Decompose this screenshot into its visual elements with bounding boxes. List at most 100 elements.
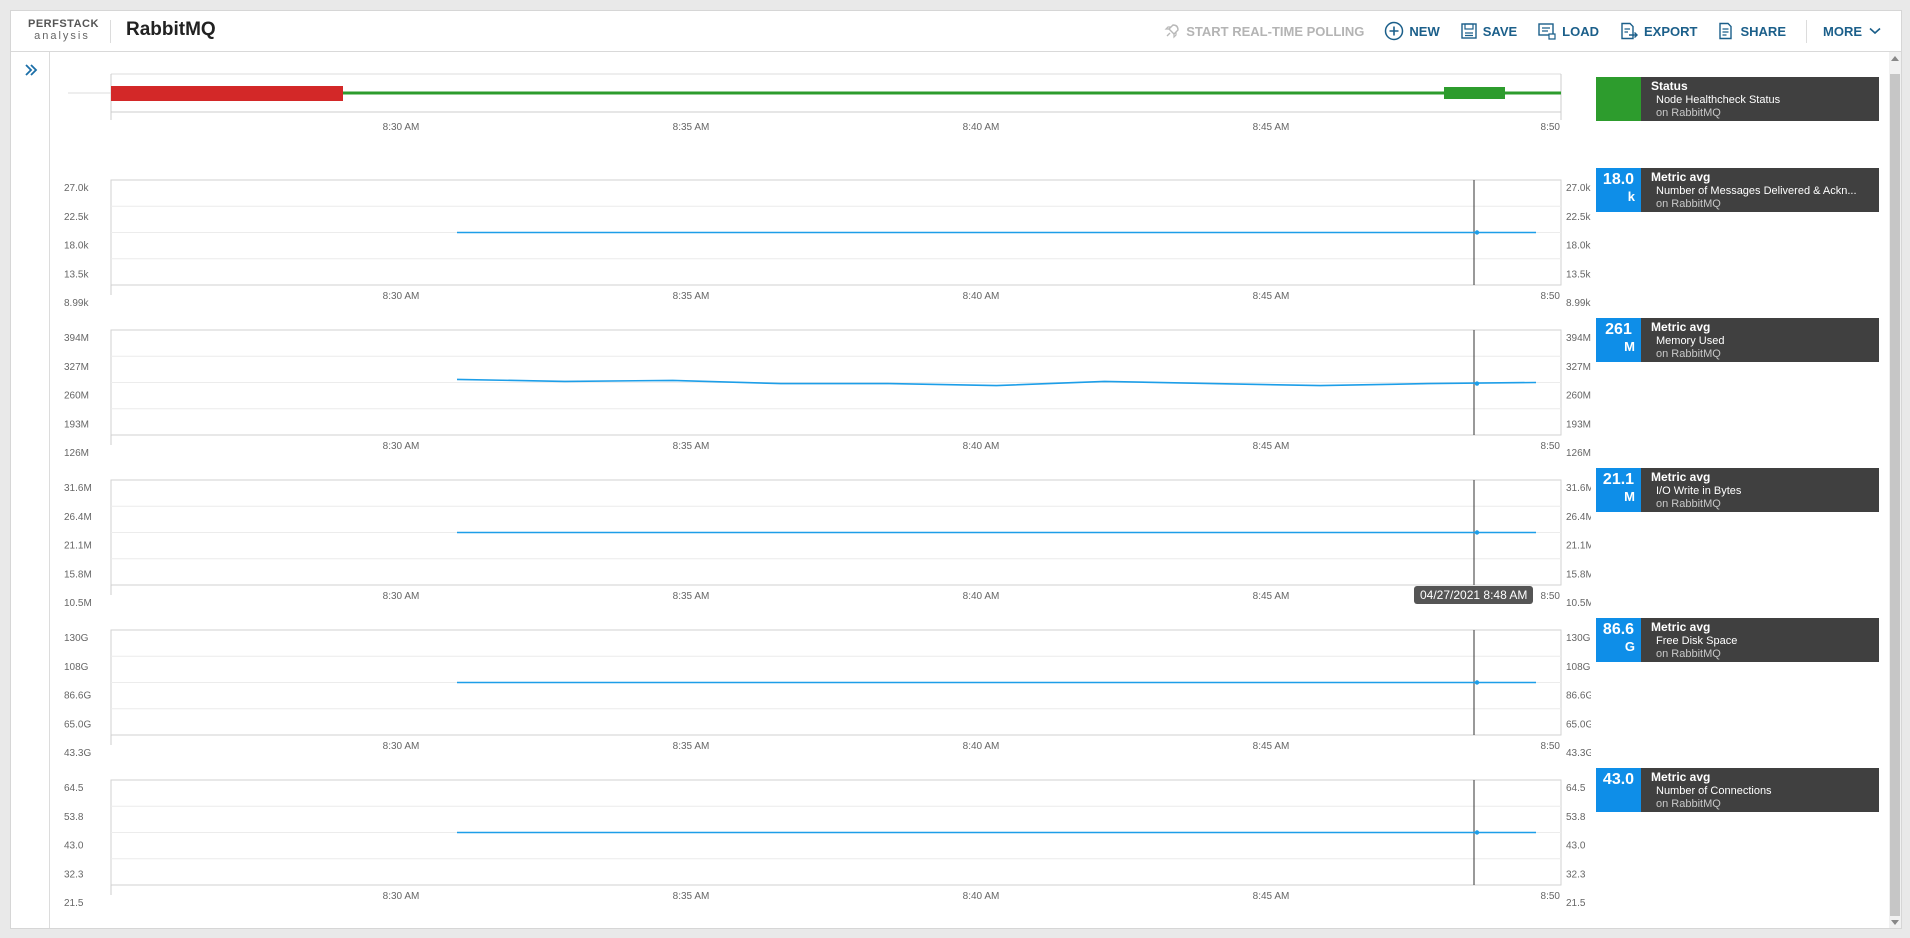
y-tick-label-right: 64.5 <box>1566 783 1586 794</box>
double-chevron-right-icon[interactable] <box>23 62 39 78</box>
legend-status[interactable]: Status Node Healthcheck Status on Rabbit… <box>1596 77 1879 121</box>
legend-value: 43.0 <box>1602 771 1635 788</box>
more-menu-button[interactable]: MORE <box>1823 24 1881 39</box>
legend-body: Metric avg Free Disk Space on RabbitMQ <box>1641 618 1879 662</box>
y-tick-label-right: 21.1M <box>1566 541 1591 552</box>
load-label: LOAD <box>1562 23 1600 39</box>
legend-number-of-connections[interactable]: 43.0 Metric avg Number of Connections on… <box>1596 768 1879 812</box>
y-tick-label-right: 130G <box>1566 633 1591 644</box>
legend-body: Metric avg Number of Connections on Rabb… <box>1641 768 1879 812</box>
time-tick-label: 8:40 AM <box>963 891 1000 902</box>
time-tick-label: 8:30 AM <box>383 441 420 452</box>
time-tick-label: 8:30 AM <box>383 891 420 902</box>
new-button[interactable]: NEW <box>1384 21 1440 41</box>
time-tick-label: 8:45 AM <box>1253 741 1290 752</box>
y-tick-label-right: 31.6M <box>1566 483 1591 494</box>
hover-time-tooltip: 04/27/2021 8:48 AM <box>1414 586 1534 604</box>
start-real-time-polling-button[interactable]: START REAL-TIME POLLING <box>1163 22 1364 40</box>
legend-body: Metric avg I/O Write in Bytes on RabbitM… <box>1641 468 1879 512</box>
perfstack-window: PERFSTACK analysis RabbitMQ START REAL-T… <box>10 10 1902 929</box>
y-tick-label-right: 8.99k <box>1566 298 1591 309</box>
new-label: NEW <box>1409 23 1440 39</box>
y-tick-label-right: 13.5k <box>1566 269 1591 280</box>
toolbar-divider <box>1806 19 1807 43</box>
legend-value: 18.0 <box>1602 171 1635 188</box>
y-tick-label-right: 22.5k <box>1566 212 1591 223</box>
y-tick-label-left: 13.5k <box>64 269 89 280</box>
y-tick-label-left: 43.0 <box>64 841 84 852</box>
logo-divider <box>110 20 111 43</box>
legend-head: Metric avg <box>1651 470 1711 484</box>
y-tick-label-left: 394M <box>64 333 89 344</box>
time-tick-label: 8:45 AM <box>1253 291 1290 302</box>
status-swatch <box>1596 77 1641 121</box>
legend-head: Metric avg <box>1651 770 1711 784</box>
y-tick-label-left: 126M <box>64 448 89 459</box>
y-tick-label-right: 21.5 <box>1566 898 1586 909</box>
time-tick-label: 8:30 AM <box>383 291 420 302</box>
y-tick-label-right: 193M <box>1566 419 1591 430</box>
y-tick-label-left: 86.6G <box>64 691 91 702</box>
hover-point <box>1474 830 1480 835</box>
save-label: SAVE <box>1482 23 1518 39</box>
legend-body: Metric avg Number of Messages Delivered … <box>1641 168 1879 212</box>
y-tick-label-right: 32.3 <box>1566 869 1586 880</box>
y-tick-label-right: 18.0k <box>1566 241 1591 252</box>
time-tick-label: 8:40 AM <box>963 291 1000 302</box>
legend-status-node: on RabbitMQ <box>1656 107 1721 119</box>
time-tick-label: 8:45 AM <box>1253 591 1290 602</box>
y-tick-label-left: 108G <box>64 662 89 673</box>
top-bar: PERFSTACK analysis RabbitMQ START REAL-T… <box>11 11 1901 52</box>
legend-memory-used[interactable]: 261 M Metric avg Memory Used on RabbitMQ <box>1596 318 1879 362</box>
hover-point <box>1474 530 1480 535</box>
toolbar: START REAL-TIME POLLING NEW SAVE LOAD EX… <box>1163 11 1901 51</box>
legend-node: on RabbitMQ <box>1656 798 1721 810</box>
legend-status-head: Status <box>1651 79 1688 93</box>
save-button[interactable]: SAVE <box>1460 22 1517 40</box>
time-tick-label: 8:30 AM <box>383 591 420 602</box>
time-tick-label: 8:50 <box>1541 741 1561 752</box>
time-tick-label: 8:50 <box>1541 441 1561 452</box>
y-tick-label-right: 43.3G <box>1566 748 1591 759</box>
scroll-down-arrow-icon[interactable] <box>1891 920 1899 925</box>
time-tick-label: 8:35 AM <box>673 122 710 133</box>
y-tick-label-left: 26.4M <box>64 512 92 523</box>
hover-point <box>1474 230 1480 235</box>
y-tick-label-left: 31.6M <box>64 483 92 494</box>
legend-messages-delivered[interactable]: 18.0 k Metric avg Number of Messages Del… <box>1596 168 1879 212</box>
legend-io-write-bytes[interactable]: 21.1 M Metric avg I/O Write in Bytes on … <box>1596 468 1879 512</box>
time-tick-label: 8:40 AM <box>963 741 1000 752</box>
scroll-up-arrow-icon[interactable] <box>1891 56 1899 61</box>
load-button[interactable]: LOAD <box>1537 22 1599 40</box>
vertical-scrollbar[interactable] <box>1889 52 1901 928</box>
y-tick-label-right: 53.8 <box>1566 812 1586 823</box>
legend-free-disk-space[interactable]: 86.6 G Metric avg Free Disk Space on Rab… <box>1596 618 1879 662</box>
y-tick-label-right: 15.8M <box>1566 569 1591 580</box>
legend-value: 86.6 <box>1602 621 1635 638</box>
time-tick-label: 8:40 AM <box>963 441 1000 452</box>
save-icon <box>1461 23 1477 39</box>
logo-bottom-text: analysis <box>34 30 90 42</box>
y-tick-label-left: 130G <box>64 633 89 644</box>
time-tick-label: 8:35 AM <box>673 441 710 452</box>
time-tick-label: 8:50 <box>1541 122 1561 133</box>
legend-value: 21.1 <box>1602 471 1635 488</box>
y-tick-label-right: 10.5M <box>1566 598 1591 609</box>
legend-status-metric: Node Healthcheck Status <box>1656 94 1781 106</box>
y-tick-label-right: 86.6G <box>1566 691 1591 702</box>
page-title: RabbitMQ <box>126 19 216 40</box>
legend-value-box: 43.0 <box>1596 768 1641 812</box>
scroll-thumb[interactable] <box>1890 74 1900 916</box>
export-button[interactable]: EXPORT <box>1619 22 1697 40</box>
legend-metric: Memory Used <box>1656 335 1725 347</box>
more-label: MORE <box>1823 23 1862 39</box>
y-tick-label-right: 394M <box>1566 333 1591 344</box>
time-tick-label: 8:50 <box>1541 591 1561 602</box>
share-button[interactable]: SHARE <box>1717 22 1786 40</box>
y-tick-label-left: 64.5 <box>64 783 84 794</box>
legend-head: Metric avg <box>1651 320 1711 334</box>
y-tick-label-left: 43.3G <box>64 748 91 759</box>
load-icon <box>1538 23 1556 40</box>
y-tick-label-left: 10.5M <box>64 598 92 609</box>
legend-node: on RabbitMQ <box>1656 498 1721 510</box>
